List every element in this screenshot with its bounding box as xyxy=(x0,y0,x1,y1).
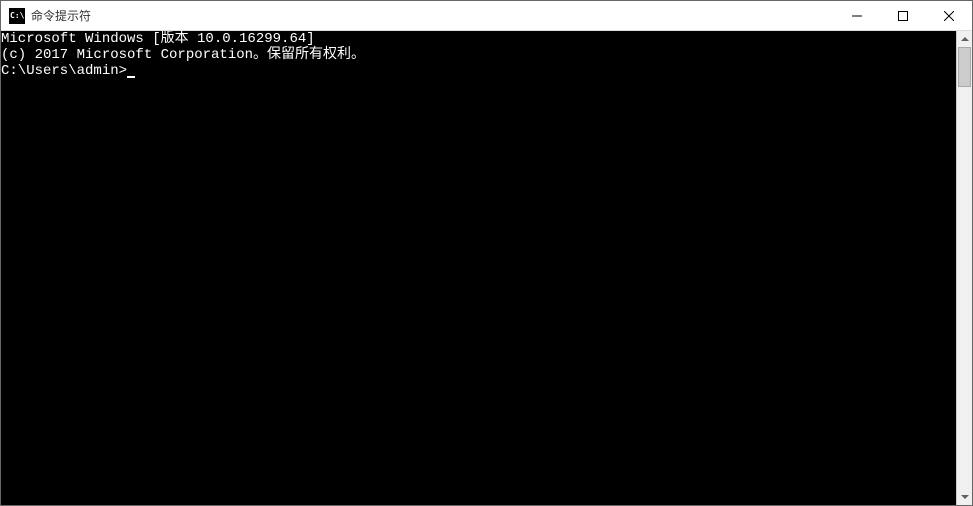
minimize-button[interactable] xyxy=(834,1,880,30)
terminal-cursor xyxy=(127,76,135,78)
vertical-scrollbar[interactable] xyxy=(956,31,972,505)
scrollbar-up-button[interactable] xyxy=(957,31,972,47)
app-icon-text: C:\. xyxy=(10,12,29,20)
window-controls xyxy=(834,1,972,30)
close-button[interactable] xyxy=(926,1,972,30)
app-icon: C:\. xyxy=(9,8,25,24)
chevron-down-icon xyxy=(961,495,969,499)
maximize-icon xyxy=(898,11,908,21)
terminal-prompt: C:\Users\admin> xyxy=(1,63,127,79)
terminal-output-line: (c) 2017 Microsoft Corporation。保留所有权利。 xyxy=(1,47,956,63)
scrollbar-down-button[interactable] xyxy=(957,489,972,505)
window-title: 命令提示符 xyxy=(31,7,834,24)
chevron-up-icon xyxy=(961,37,969,41)
terminal-content[interactable]: Microsoft Windows [版本 10.0.16299.64](c) … xyxy=(1,31,956,505)
close-icon xyxy=(944,11,954,21)
scrollbar-track[interactable] xyxy=(957,47,972,489)
minimize-icon xyxy=(852,11,862,21)
scrollbar-thumb[interactable] xyxy=(958,47,971,87)
maximize-button[interactable] xyxy=(880,1,926,30)
terminal-output-line: Microsoft Windows [版本 10.0.16299.64] xyxy=(1,31,956,47)
titlebar[interactable]: C:\. 命令提示符 xyxy=(1,1,972,31)
terminal-area: Microsoft Windows [版本 10.0.16299.64](c) … xyxy=(1,31,972,505)
terminal-prompt-line: C:\Users\admin> xyxy=(1,63,956,79)
command-prompt-window: C:\. 命令提示符 Microsoft Windows xyxy=(0,0,973,506)
